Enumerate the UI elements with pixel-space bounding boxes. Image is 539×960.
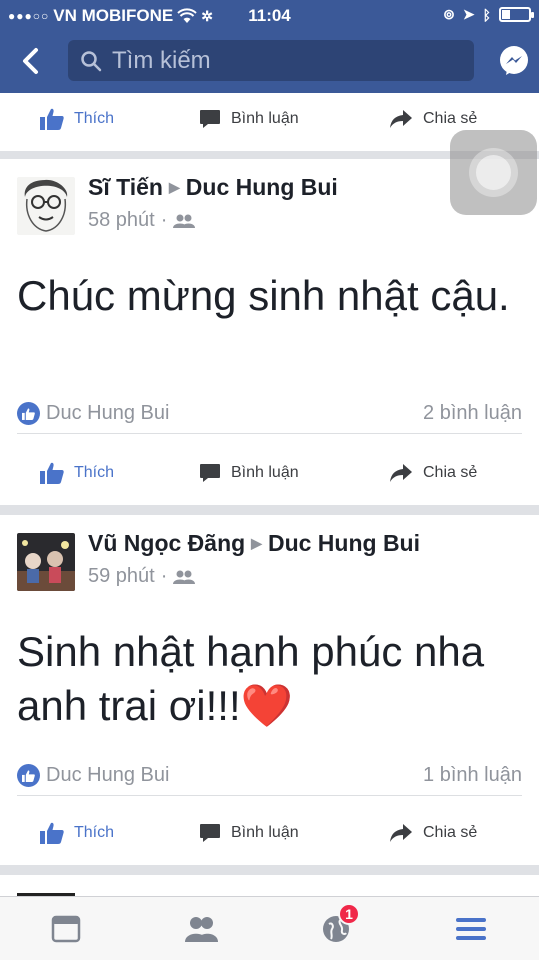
share-icon: [390, 824, 412, 842]
share-label: Chia sẻ: [423, 464, 478, 481]
like-label: Thích: [74, 464, 115, 481]
separator-dot: ·: [160, 565, 168, 587]
author-name[interactable]: Vũ Ngọc Đãng: [88, 530, 245, 557]
share-icon: [390, 110, 412, 128]
like-button[interactable]: Thích: [40, 108, 114, 130]
assistive-touch-button[interactable]: [450, 130, 537, 215]
share-label: Chia sẻ: [423, 824, 478, 841]
comment-button[interactable]: Bình luận: [199, 822, 299, 844]
like-button[interactable]: Thích: [40, 822, 114, 844]
comment-label: Bình luận: [231, 824, 299, 841]
comment-count[interactable]: 2 bình luận: [423, 402, 522, 425]
post-card: Vũ Ngọc Đãng ▶ Duc Hung Bui 59 phút · Si…: [0, 515, 539, 865]
battery-icon: [499, 7, 534, 22]
friends-icon: [185, 917, 218, 942]
likers[interactable]: Duc Hung Bui: [17, 402, 169, 425]
bluetooth-icon: ᛒ: [482, 6, 491, 23]
reactions-row: Duc Hung Bui 2 bình luận: [17, 394, 522, 434]
like-button[interactable]: Thích: [40, 462, 114, 484]
rotation-lock-icon: ⊚: [443, 6, 455, 22]
status-bar: ●●●○○ VN MOBIFONE ✲ 11:04 ⊚ ➤ ᛒ: [0, 0, 539, 30]
comment-count[interactable]: 1 bình luận: [423, 764, 522, 787]
share-button[interactable]: Chia sẻ: [389, 462, 477, 484]
like-reaction-icon: [17, 402, 40, 425]
comment-icon: [200, 110, 220, 128]
next-post-peek: [0, 875, 539, 896]
like-reaction-icon: [17, 764, 40, 787]
comment-button[interactable]: Bình luận: [199, 462, 299, 484]
tab-notifications[interactable]: 1: [316, 903, 360, 947]
comment-label: Bình luận: [231, 110, 299, 127]
reactions-row: Duc Hung Bui 1 bình luận: [17, 756, 522, 796]
author-name[interactable]: Sĩ Tiến: [88, 174, 163, 201]
location-icon: ➤: [462, 6, 475, 22]
share-button[interactable]: Chia sẻ: [389, 108, 477, 130]
post-actions: Thích Bình luận Chia sẻ: [0, 807, 539, 865]
avatar[interactable]: [17, 177, 75, 235]
like-label: Thích: [74, 824, 115, 841]
likers-name: Duc Hung Bui: [46, 764, 170, 786]
comment-button[interactable]: Bình luận: [199, 108, 299, 130]
post-meta: 59 phút ·: [88, 565, 196, 588]
thumbs-up-icon: [40, 108, 64, 130]
avatar[interactable]: [17, 533, 75, 591]
comment-label: Bình luận: [231, 464, 299, 481]
post-text: Sinh nhật hạnh phúc nha anh trai ơi!!!❤️: [17, 628, 485, 729]
search-icon: [81, 50, 102, 71]
post-text: Chúc mừng sinh nhật cậu.: [17, 272, 510, 319]
arrow-right-icon: ▶: [251, 535, 262, 551]
tab-news-feed[interactable]: [46, 911, 86, 947]
post-time[interactable]: 58 phút: [88, 209, 155, 232]
target-name[interactable]: Duc Hung Bui: [268, 530, 420, 557]
comment-icon: [200, 824, 220, 842]
likers-name: Duc Hung Bui: [46, 402, 170, 424]
post-header-names: Sĩ Tiến ▶ Duc Hung Bui: [88, 174, 338, 201]
status-icons: ⊚ ➤ ᛒ: [443, 6, 534, 23]
friends-icon: [173, 570, 196, 584]
hamburger-menu-icon: [456, 918, 486, 940]
top-bar: ●●●○○ VN MOBIFONE ✲ 11:04 ⊚ ➤ ᛒ: [0, 0, 539, 93]
thumbs-up-icon: [40, 462, 64, 484]
tab-menu[interactable]: [451, 911, 491, 947]
like-label: Thích: [74, 110, 115, 127]
post-actions: Thích Bình luận Chia sẻ: [0, 447, 539, 505]
bottom-tab-bar: 1: [0, 896, 539, 960]
tab-friend-requests[interactable]: [181, 911, 221, 947]
messenger-icon[interactable]: [497, 44, 531, 78]
search-bar[interactable]: [68, 40, 474, 81]
arrow-right-icon: ▶: [169, 179, 180, 195]
post-time[interactable]: 59 phút: [88, 565, 155, 588]
thumbs-up-icon: [40, 822, 64, 844]
separator-dot: ·: [160, 209, 168, 231]
search-input[interactable]: [112, 46, 452, 75]
nav-bar: [0, 38, 539, 84]
news-feed-icon: [51, 915, 81, 943]
friends-icon: [173, 214, 196, 228]
comment-icon: [200, 464, 220, 482]
notification-badge: 1: [338, 903, 360, 925]
target-name[interactable]: Duc Hung Bui: [186, 174, 338, 201]
post-header-names: Vũ Ngọc Đãng ▶ Duc Hung Bui: [88, 530, 420, 557]
share-icon: [390, 464, 412, 482]
assistive-touch-core: [476, 155, 511, 190]
likers[interactable]: Duc Hung Bui: [17, 764, 169, 787]
share-button[interactable]: Chia sẻ: [389, 822, 477, 844]
post-meta: 58 phút ·: [88, 209, 196, 232]
back-icon[interactable]: [14, 44, 48, 78]
share-label: Chia sẻ: [423, 110, 478, 127]
